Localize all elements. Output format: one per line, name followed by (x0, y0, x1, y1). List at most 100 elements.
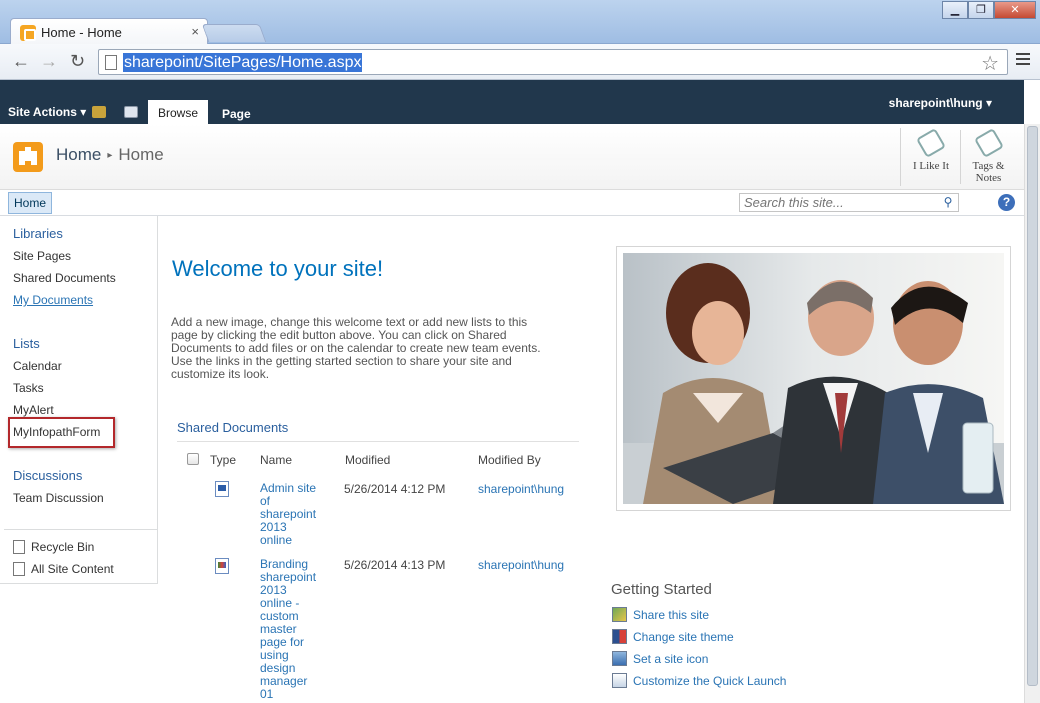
social-divider (900, 128, 901, 186)
document-name-link[interactable]: Branding sharepoint 2013 online - custom… (260, 558, 330, 701)
all-site-content-link[interactable]: All Site Content (13, 562, 114, 576)
document-modified: 5/26/2014 4:12 PM (344, 482, 446, 496)
welcome-text: Add a new image, change this welcome tex… (171, 316, 581, 381)
sharepoint-ribbon: Site Actions ▾ Browse Page sharepoint\hu… (0, 80, 1024, 124)
i-like-it-label: I Like It (912, 160, 950, 172)
minimize-button[interactable]: ▁ (942, 1, 968, 19)
share-site-link[interactable]: Share this site (612, 607, 709, 622)
ql-divider (4, 529, 157, 530)
back-icon[interactable]: ← (12, 52, 30, 70)
set-site-icon-icon (612, 651, 627, 666)
page-icon (105, 55, 117, 70)
ql-item-tasks[interactable]: Tasks (13, 381, 44, 395)
set-site-icon-link[interactable]: Set a site icon (612, 651, 708, 666)
ql-header-lists[interactable]: Lists (13, 336, 40, 351)
tags-notes-button[interactable]: Tags & Notes (960, 127, 1016, 184)
breadcrumb-site[interactable]: Home (56, 145, 101, 164)
document-name-line: online (260, 533, 293, 547)
tags-label: Tags & (972, 160, 1005, 172)
bookmark-star-icon[interactable]: ☆ (981, 51, 999, 76)
quick-launch: Libraries Site Pages Shared Documents My… (0, 216, 158, 584)
forward-icon[interactable]: → (40, 52, 58, 70)
share-site-icon (612, 607, 627, 622)
welcome-photo-frame (616, 246, 1011, 511)
close-window-button[interactable]: ✕ (994, 1, 1036, 19)
column-header-modified-by[interactable]: Modified By (478, 453, 541, 467)
customize-quick-launch-link[interactable]: Customize the Quick Launch (612, 673, 786, 688)
edit-page-icon[interactable] (124, 106, 138, 118)
docs-divider (177, 441, 579, 442)
shared-documents-title[interactable]: Shared Documents (177, 420, 288, 435)
breadcrumb-separator-icon: ▸ (107, 150, 113, 161)
recycle-bin-label: Recycle Bin (31, 540, 95, 554)
change-theme-icon (612, 629, 627, 644)
search-box: ⚲ (739, 193, 959, 212)
ql-item-team-discussion[interactable]: Team Discussion (13, 491, 104, 505)
change-theme-label: Change site theme (633, 630, 734, 644)
tab-browse[interactable]: Browse (148, 100, 208, 124)
ql-item-calendar[interactable]: Calendar (13, 359, 62, 373)
ql-item-myinfopathform[interactable]: MyInfopathForm (13, 425, 100, 439)
breadcrumb: Home ▸ Home (56, 145, 164, 165)
ql-item-shared-documents[interactable]: Shared Documents (13, 271, 116, 285)
welcome-line: customize its look. (171, 367, 270, 381)
user-menu[interactable]: sharepoint\hung ▾ (889, 96, 992, 110)
ql-item-site-pages[interactable]: Site Pages (13, 249, 71, 263)
site-title-area: Home ▸ Home I Like It Tags & Notes (0, 124, 1024, 190)
document-modified-by[interactable]: sharepoint\hung (478, 558, 564, 572)
image-document-icon[interactable] (215, 558, 229, 574)
search-icon[interactable]: ⚲ (940, 195, 956, 210)
all-site-content-icon (13, 562, 25, 576)
document-name-line: 01 (260, 687, 274, 701)
ql-header-libraries[interactable]: Libraries (13, 226, 63, 241)
browser-toolbar: ← → ↻ sharepoint/SitePages/Home.aspx ☆ (0, 44, 1040, 80)
reload-icon[interactable]: ↻ (70, 52, 85, 70)
document-name-link[interactable]: Admin site of sharepoint 2013 online (260, 482, 330, 547)
select-all-checkbox[interactable] (187, 453, 199, 465)
document-modified: 5/26/2014 4:13 PM (344, 558, 446, 572)
customize-quick-launch-label: Customize the Quick Launch (633, 674, 787, 688)
address-bar[interactable]: sharepoint/SitePages/Home.aspx ☆ (98, 49, 1008, 75)
column-header-type[interactable]: Type (210, 453, 236, 467)
recycle-bin-icon (13, 540, 25, 554)
page-scrollbar[interactable] (1024, 124, 1040, 703)
browser-titlebar: Home - Home × ▁ ❐ ✕ (0, 0, 1040, 44)
column-header-modified[interactable]: Modified (345, 453, 390, 467)
i-like-it-button[interactable]: I Like It (902, 127, 960, 172)
tab-page[interactable]: Page (222, 107, 251, 121)
share-site-label: Share this site (633, 608, 710, 622)
document-modified-by[interactable]: sharepoint\hung (478, 482, 564, 496)
top-navigation: Home ⚲ ? (0, 190, 1024, 216)
customize-quick-launch-icon (612, 673, 627, 688)
new-tab-button[interactable] (201, 24, 267, 42)
site-logo-icon[interactable] (13, 142, 43, 172)
site-actions-menu[interactable]: Site Actions ▾ (8, 105, 86, 119)
ql-header-discussions[interactable]: Discussions (13, 468, 82, 483)
set-site-icon-label: Set a site icon (633, 652, 709, 666)
tab-title: Home - Home (41, 25, 122, 40)
word-document-icon[interactable] (215, 481, 229, 497)
ql-item-my-documents[interactable]: My Documents (13, 293, 93, 307)
window-controls: ▁ ❐ ✕ (942, 1, 1036, 19)
navigate-up-icon[interactable] (92, 106, 106, 118)
welcome-title: Welcome to your site! (172, 256, 384, 281)
close-tab-icon[interactable]: × (191, 24, 199, 39)
scrollbar-thumb[interactable] (1027, 126, 1038, 686)
search-input[interactable] (740, 194, 938, 211)
topnav-home-link[interactable]: Home (8, 192, 53, 214)
welcome-photo (623, 253, 1004, 504)
help-icon[interactable]: ? (998, 194, 1015, 211)
browser-menu-icon[interactable] (1016, 53, 1030, 67)
ql-item-myalert[interactable]: MyAlert (13, 403, 54, 417)
document-name-line: Admin site (260, 481, 317, 495)
all-site-content-label: All Site Content (31, 562, 114, 576)
tags-notes-icon (973, 127, 1004, 159)
getting-started-title: Getting Started (611, 581, 712, 598)
column-header-name[interactable]: Name (260, 453, 292, 467)
recycle-bin-link[interactable]: Recycle Bin (13, 540, 94, 554)
change-theme-link[interactable]: Change site theme (612, 629, 734, 644)
maximize-button[interactable]: ❐ (968, 1, 994, 19)
browser-tab-active[interactable]: Home - Home × (10, 18, 208, 44)
url-text[interactable]: sharepoint/SitePages/Home.aspx (123, 53, 363, 72)
tag-like-icon (915, 127, 947, 159)
